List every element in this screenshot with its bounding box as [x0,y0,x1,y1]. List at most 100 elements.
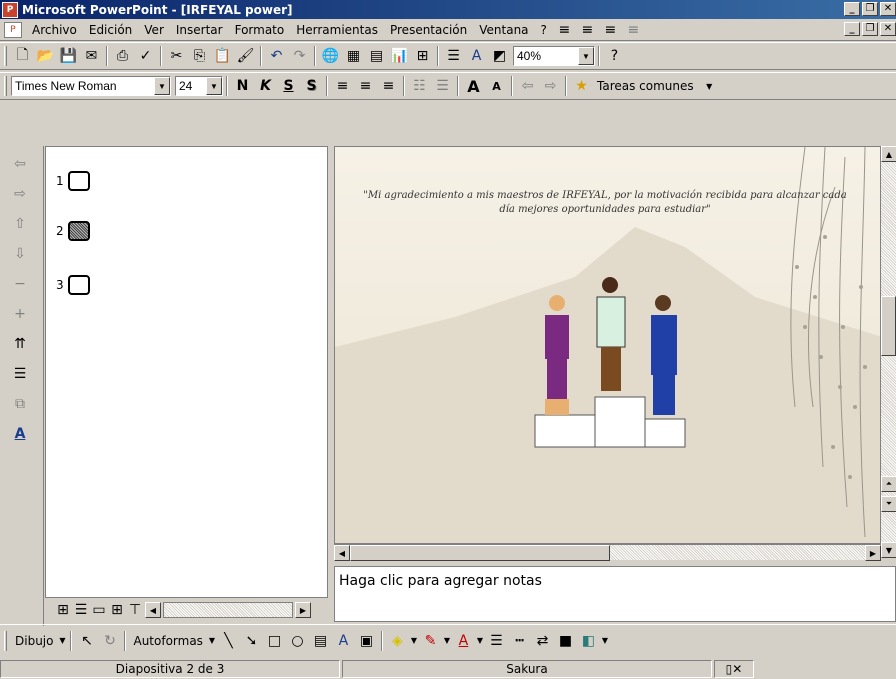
outline-pane[interactable]: 1 2 3 [45,146,328,598]
wordart-icon[interactable]: A [332,630,355,652]
doc-minimize-button[interactable]: _ [844,22,860,36]
line-icon[interactable]: ╲ [217,630,240,652]
chevron-down-icon[interactable]: ▼ [206,77,222,95]
slide-thumbnail[interactable]: 1 [56,171,90,191]
paste-icon[interactable]: 📋 [211,45,234,67]
collapse-all-icon[interactable]: ⇈ [8,332,32,356]
show-formatting-icon[interactable]: A [465,45,488,67]
chevron-down-icon[interactable]: ▼ [409,630,419,652]
align-left-icon[interactable]: ≡ [553,19,576,41]
slide-horizontal-scrollbar[interactable]: ◀ ▶ [334,544,881,561]
autoshapes-menu-button[interactable]: Autoformas [129,634,206,648]
align-left-icon[interactable]: ≡ [331,75,354,97]
fill-color-icon[interactable]: ◈ [386,630,409,652]
doc-close-button[interactable]: ✕ [880,22,896,36]
slide-quote-text[interactable]: "Mi agradecimiento a mis maestros de IRF… [355,189,855,217]
slide-view-icon[interactable]: ▭ [91,599,107,621]
chevron-down-icon[interactable]: ▼ [578,47,594,65]
tables-borders-icon[interactable]: ▦ [342,45,365,67]
dash-style-icon[interactable]: ┅ [508,630,531,652]
font-color-icon[interactable]: A [452,630,475,652]
grayscale-icon[interactable]: ◩ [488,45,511,67]
scroll-up-button[interactable]: ▲ [881,146,896,162]
slide-thumbnail[interactable]: 2 [56,221,90,241]
copy-icon[interactable]: ⎘ [188,45,211,67]
expand-icon[interactable]: + [8,302,32,326]
collapse-icon[interactable]: − [8,272,32,296]
scroll-right-button[interactable]: ▶ [865,545,881,561]
draw-menu-button[interactable]: Dibujo [11,634,57,648]
line-style-icon[interactable]: ☰ [485,630,508,652]
align-center-icon[interactable]: ≡ [354,75,377,97]
spelling-icon[interactable]: ✓ [134,45,157,67]
arrow-icon[interactable]: ➘ [240,630,263,652]
save-icon[interactable]: 💾 [57,45,80,67]
menu-herramientas[interactable]: Herramientas [290,23,384,37]
insert-chart-icon[interactable]: 📊 [388,45,411,67]
numbering-icon[interactable]: ☷ [408,75,431,97]
minimize-button[interactable]: _ [844,2,860,16]
font-size-select[interactable]: 24 ▼ [175,76,223,96]
promote-icon[interactable]: ⇦ [8,152,32,176]
next-slide-button[interactable]: ⏷ [881,496,896,512]
slide-canvas[interactable]: "Mi agradecimiento a mis maestros de IRF… [334,146,881,544]
new-slide-icon[interactable]: ⊞ [411,45,434,67]
menu-edicion[interactable]: Edición [83,23,138,37]
toolbar-grip[interactable] [4,46,7,66]
outline-view-icon[interactable]: ☰ [73,599,89,621]
menu-formato[interactable]: Formato [229,23,291,37]
slide-vertical-scrollbar[interactable]: ▲ ⏶ ⏷ ▼ [881,146,896,558]
restore-button[interactable]: ❐ [862,2,878,16]
chevron-down-icon[interactable]: ▼ [57,630,67,652]
slide-thumbnail[interactable]: 3 [56,275,90,295]
slide-show-icon[interactable]: ⊤ [127,599,143,621]
font-name-select[interactable]: Times New Roman ▼ [11,76,171,96]
show-formatting-icon[interactable]: A [8,422,32,446]
shadow-button[interactable]: S [300,75,323,97]
normal-view-icon[interactable]: ⊞ [55,599,71,621]
chevron-down-icon[interactable]: ▼ [442,630,452,652]
zoom-select[interactable]: 40% ▼ [513,46,595,66]
notes-pane[interactable]: Haga clic para agregar notas [334,566,896,622]
rectangle-icon[interactable]: □ [263,630,286,652]
scroll-left-button[interactable]: ◀ [334,545,350,561]
3d-icon[interactable]: ◧ [577,630,600,652]
cut-icon[interactable]: ✂ [165,45,188,67]
animation-effects-icon[interactable]: ★ [570,75,593,97]
scrollbar-thumb[interactable] [881,296,896,356]
select-objects-icon[interactable]: ↖ [75,630,98,652]
scroll-left-button[interactable]: ◀ [145,602,161,618]
decrease-font-icon[interactable]: A [485,75,508,97]
free-rotate-icon[interactable]: ↻ [98,630,121,652]
menu-ventana[interactable]: Ventana [473,23,534,37]
print-icon[interactable]: ⎙ [111,45,134,67]
email-icon[interactable]: ✉ [80,45,103,67]
menu-ver[interactable]: Ver [138,23,170,37]
shadow-icon[interactable]: ■ [554,630,577,652]
scroll-right-button[interactable]: ▶ [295,602,311,618]
demote-icon[interactable]: ⇨ [539,75,562,97]
menu-archivo[interactable]: Archivo [26,23,83,37]
increase-font-icon[interactable]: A [462,75,485,97]
line-color-icon[interactable]: ✎ [419,630,442,652]
document-icon[interactable]: P [4,21,22,38]
chevron-down-icon[interactable]: ▼ [475,630,485,652]
bold-button[interactable]: N [231,75,254,97]
scroll-down-button[interactable]: ▼ [881,542,896,558]
menu-presentacion[interactable]: Presentación [384,23,473,37]
expand-all-icon[interactable]: ☰ [8,362,32,386]
slide-sorter-icon[interactable]: ⊞ [109,599,125,621]
powerpoint-app-icon[interactable]: P [2,1,18,18]
align-right-icon[interactable]: ≡ [377,75,400,97]
new-document-icon[interactable]: 🗋 [11,45,34,67]
justify-icon[interactable]: ≡ [622,19,645,41]
chevron-down-icon[interactable]: ▼ [600,630,610,652]
menu-help[interactable]: ? [535,23,553,37]
open-folder-icon[interactable]: 📂 [34,45,57,67]
hyperlink-icon[interactable]: 🌐 [319,45,342,67]
bullets-icon[interactable]: ☰ [431,75,454,97]
toolbar-grip[interactable] [4,76,7,96]
chevron-down-icon[interactable]: ▼ [154,77,170,95]
format-painter-icon[interactable]: 🖌 [234,45,257,67]
undo-icon[interactable]: ↶ [265,45,288,67]
